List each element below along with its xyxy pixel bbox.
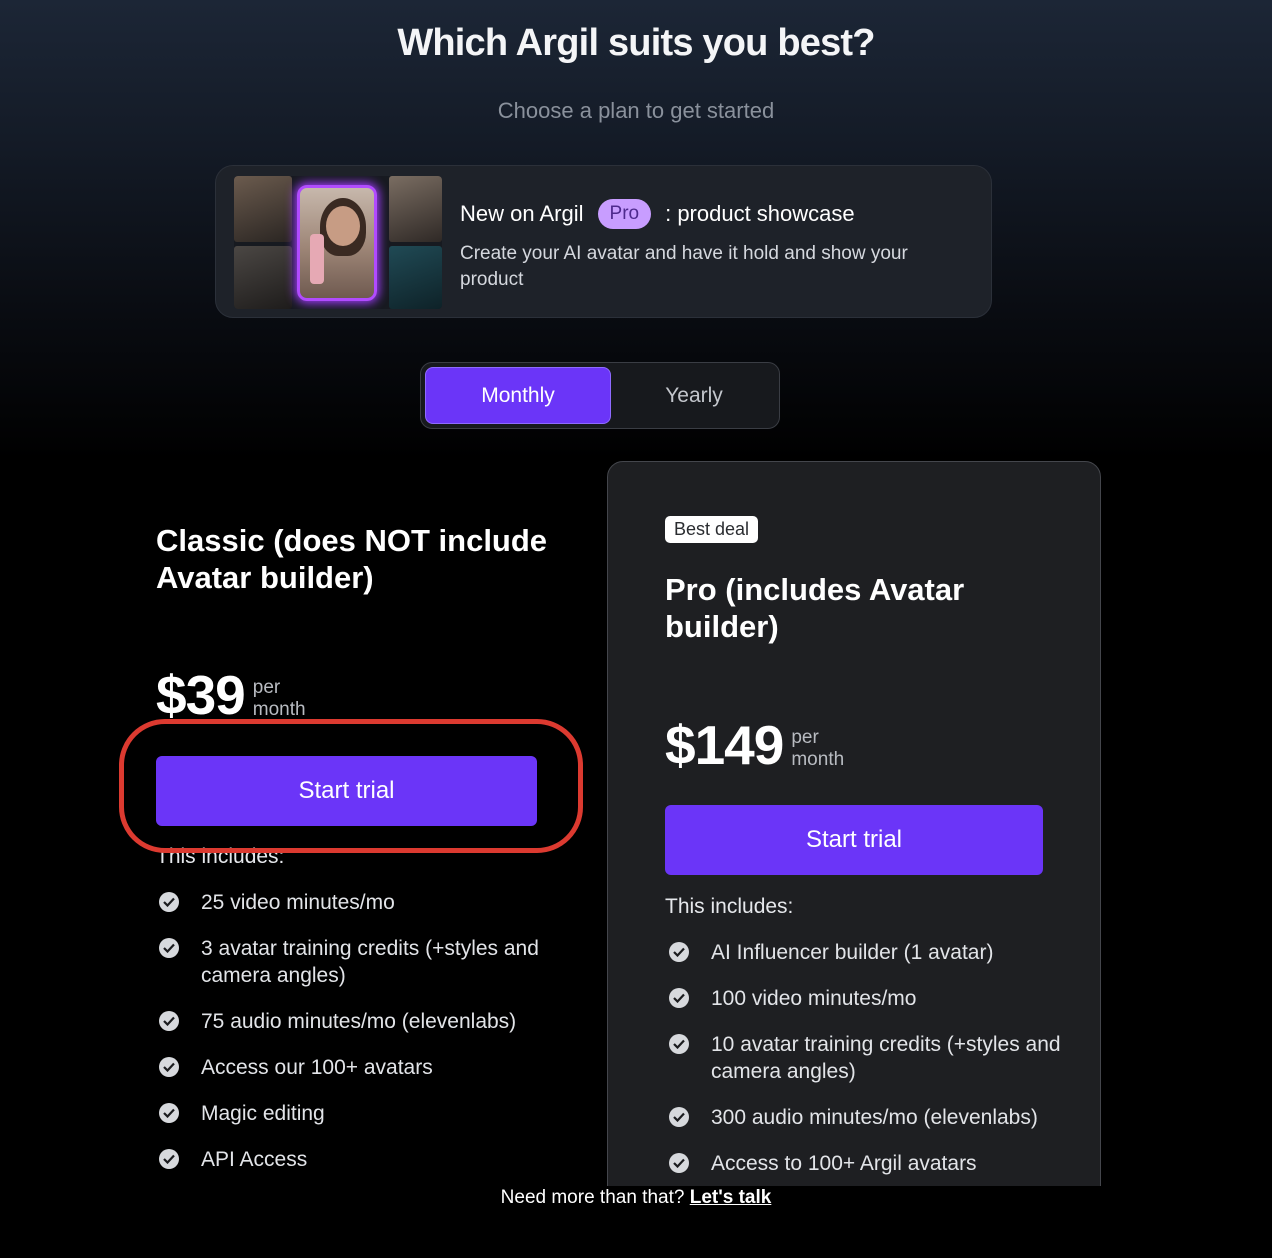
per-label: per <box>252 677 281 698</box>
period-label: month <box>791 749 845 770</box>
check-circle-icon <box>669 1034 689 1054</box>
billing-toggle: Monthly Yearly <box>420 362 780 429</box>
banner-prefix: New on Argil <box>460 201 584 226</box>
list-item: 10 avatar training credits (+styles and … <box>666 1031 1086 1085</box>
check-circle-icon <box>669 1153 689 1173</box>
feature-text: 300 audio minutes/mo (elevenlabs) <box>711 1106 1038 1129</box>
feature-text: 3 avatar training credits (+styles and c… <box>201 937 539 987</box>
feature-text: 75 audio minutes/mo (elevenlabs) <box>201 1010 517 1033</box>
feature-list-classic: 25 video minutes/mo 3 avatar training cr… <box>156 889 576 1173</box>
feature-text: API Access <box>201 1148 308 1171</box>
best-deal-badge: Best deal <box>665 516 759 543</box>
page-title: Which Argil suits you best? <box>397 22 875 64</box>
toggle-monthly[interactable]: Monthly <box>425 367 611 424</box>
start-trial-button-pro[interactable]: Start trial <box>665 805 1043 875</box>
list-item: 75 audio minutes/mo (elevenlabs) <box>156 1008 576 1035</box>
feature-text: Access to 100+ Argil avatars <box>711 1152 977 1175</box>
price-period-pro: per month <box>791 727 844 771</box>
list-item: API Access <box>156 1146 576 1173</box>
announcement-banner[interactable]: New on Argil Pro : product showcase Crea… <box>215 165 992 318</box>
avatar-thumb-bottom-left <box>234 246 292 309</box>
period-label: month <box>252 699 306 720</box>
plan-card-pro: Best deal Pro (includes Avatar builder) … <box>607 461 1101 1186</box>
lets-talk-link[interactable]: Let's talk <box>690 1187 772 1208</box>
toggle-yearly[interactable]: Yearly <box>613 367 775 424</box>
phone-preview <box>297 185 377 301</box>
product-bottle <box>310 234 324 284</box>
price-row-pro: $149 per month <box>665 717 844 773</box>
price-classic: $39 <box>156 664 246 726</box>
list-item: Access to 100+ Argil avatars <box>666 1150 1086 1177</box>
per-label: per <box>791 727 819 748</box>
list-item: 100 video minutes/mo <box>666 985 1086 1012</box>
includes-label-pro: This includes: <box>665 895 794 918</box>
feature-text: Magic editing <box>201 1102 325 1125</box>
check-circle-icon <box>159 938 179 958</box>
price-period-classic: per month <box>253 677 306 721</box>
avatar-thumb-top-left <box>234 176 292 242</box>
plan-name-pro: Pro (includes Avatar builder) <box>665 572 965 644</box>
list-item: Access our 100+ avatars <box>156 1054 576 1081</box>
price-row-classic: $39 per month <box>156 667 306 723</box>
highlight-annotation <box>119 719 583 853</box>
footer: Need more than that? Let's talk <box>0 1187 1272 1209</box>
list-item: AI Influencer builder (1 avatar) <box>666 939 1086 966</box>
footer-text: Need more than that? <box>500 1187 685 1208</box>
avatar-face <box>326 206 360 246</box>
check-circle-icon <box>159 1103 179 1123</box>
feature-text: 25 video minutes/mo <box>201 891 395 914</box>
feature-text: 100 video minutes/mo <box>711 987 917 1010</box>
feature-text: 10 avatar training credits (+styles and … <box>711 1033 1061 1083</box>
check-circle-icon <box>159 1057 179 1077</box>
feature-list-pro: AI Influencer builder (1 avatar) 100 vid… <box>666 939 1086 1177</box>
avatar-thumb-bottom-right <box>389 246 442 309</box>
check-circle-icon <box>669 942 689 962</box>
banner-description: Create your AI avatar and have it hold a… <box>460 243 908 290</box>
list-item: 300 audio minutes/mo (elevenlabs) <box>666 1104 1086 1131</box>
banner-suffix: : product showcase <box>665 201 855 226</box>
list-item: 25 video minutes/mo <box>156 889 576 916</box>
list-item: Magic editing <box>156 1100 576 1127</box>
list-item: 3 avatar training credits (+styles and c… <box>156 935 576 989</box>
plan-name-classic: Classic (does NOT include Avatar builder… <box>156 523 548 595</box>
page-subtitle: Choose a plan to get started <box>497 98 775 123</box>
banner-thumbnail <box>234 176 442 309</box>
check-circle-icon <box>669 988 689 1008</box>
avatar-thumb-top-right <box>389 176 442 242</box>
check-circle-icon <box>159 1011 179 1031</box>
check-circle-icon <box>159 1149 179 1169</box>
check-circle-icon <box>159 892 179 912</box>
feature-text: AI Influencer builder (1 avatar) <box>711 941 994 964</box>
price-pro: $149 <box>665 714 784 776</box>
check-circle-icon <box>669 1107 689 1127</box>
pro-pill-badge: Pro <box>597 199 652 229</box>
feature-text: Access our 100+ avatars <box>201 1056 433 1079</box>
banner-heading: New on Argil Pro : product showcase <box>460 196 855 232</box>
